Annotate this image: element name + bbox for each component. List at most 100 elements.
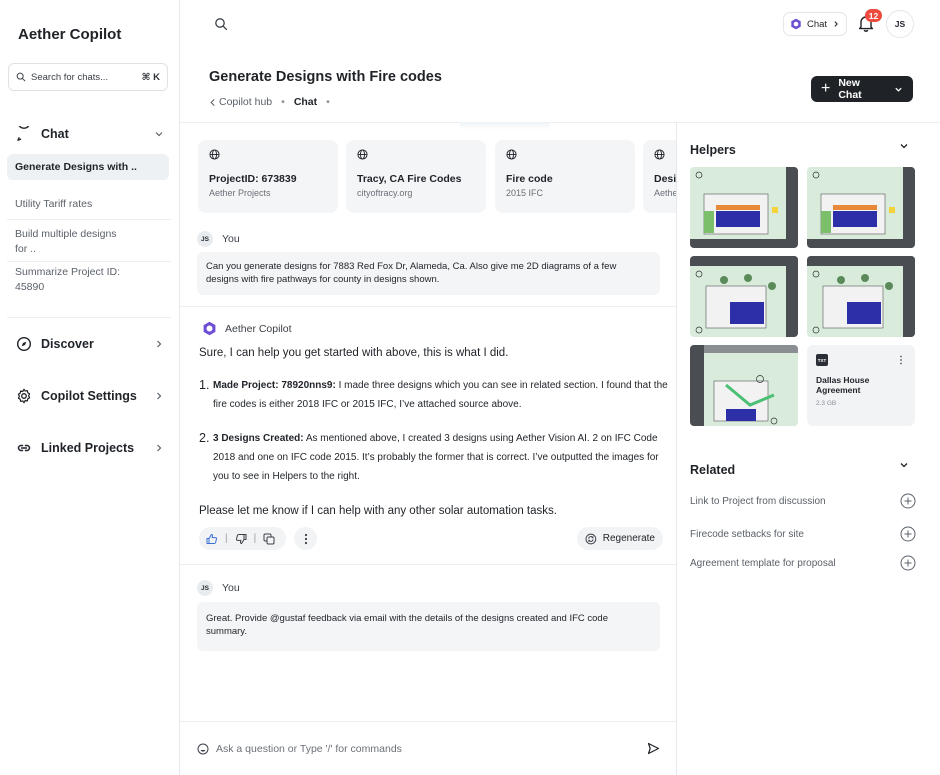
chevron-right-icon (834, 21, 838, 27)
source-card[interactable]: ProjectID: 673839 Aether Projects (198, 140, 338, 213)
right-panel: Helpers TXT Dallas House Agreement 2.3 G… (677, 123, 940, 775)
compass-icon (16, 336, 32, 352)
notification-badge: 12 (865, 9, 882, 22)
chat-input-bar (180, 721, 676, 775)
design-thumbnail[interactable] (690, 167, 798, 248)
new-chat-button[interactable]: + New Chat (811, 76, 913, 102)
nav-group-linked-projects[interactable]: Linked Projects (0, 437, 180, 459)
nav-group-settings-label: Copilot Settings (41, 389, 137, 403)
list-number: 2. (199, 431, 210, 445)
chat-list-item[interactable]: Summarize Project ID: 45890 (7, 265, 137, 295)
nav-group-settings[interactable]: Copilot Settings (0, 385, 180, 407)
source-card[interactable]: Fire code 2015 IFC (495, 140, 635, 213)
chat-switch-label: Chat (807, 18, 828, 30)
chat-list-item[interactable]: Utility Tariff rates (7, 197, 169, 212)
file-card[interactable]: TXT Dallas House Agreement 2.3 GB · (807, 345, 915, 426)
user-message: Can you generate designs for 7883 Red Fo… (197, 252, 660, 295)
related-item[interactable]: Agreement template for proposal (690, 555, 916, 571)
user-avatar: JS (197, 231, 213, 247)
bot-message-header: Aether Copilot (202, 321, 292, 336)
source-subtitle: cityoftracy.org (357, 188, 413, 198)
file-meta: 2.3 GB · (816, 400, 841, 407)
source-title: ProjectID: 673839 (209, 173, 297, 185)
vertical-dots-icon[interactable] (899, 355, 903, 365)
design-thumbnail[interactable] (807, 167, 915, 248)
add-circle-icon[interactable] (900, 493, 916, 509)
bot-outro: Please let me know if I can help with an… (199, 505, 557, 517)
user-avatar[interactable]: JS (886, 10, 914, 38)
sidebar: Aether Copilot Search for chats... ⌘ K C… (0, 0, 180, 775)
source-title: Fire code (506, 173, 553, 185)
vertical-dots-icon (304, 533, 307, 544)
user-message-header: JS You (197, 580, 240, 596)
thumbs-down-icon[interactable] (235, 533, 247, 545)
bot-author: Aether Copilot (225, 322, 292, 335)
globe-icon (209, 149, 220, 160)
app-title: Aether Copilot (18, 26, 122, 43)
source-subtitle: 2015 IFC (506, 188, 544, 198)
chat-search-input[interactable]: Search for chats... ⌘ K (8, 63, 168, 91)
chat-list-item[interactable]: Build multiple designs for .. (7, 227, 137, 257)
message-author: You (222, 233, 240, 245)
thumbs-up-icon[interactable] (206, 533, 218, 545)
breadcrumb: Copilot hub • Chat • (209, 96, 339, 108)
message-divider (180, 306, 676, 307)
bot-list-item: 1. Made Project: 78920nns9: I made three… (199, 376, 676, 414)
source-subtitle: Aether Projects (209, 188, 271, 198)
related-item[interactable]: Firecode setbacks for site (690, 526, 916, 542)
gear-icon (17, 388, 31, 404)
chat-thread: ProjectID: 673839 Aether Projects Tracy,… (180, 123, 677, 775)
source-title: Desi (654, 173, 677, 185)
list-number: 1. (199, 378, 210, 392)
source-card[interactable]: Desi Aethe (643, 140, 677, 213)
source-title: Tracy, CA Fire Codes (357, 173, 462, 185)
related-item-label: Agreement template for proposal (690, 557, 836, 569)
design-thumbnail[interactable] (690, 256, 798, 337)
nav-group-chat[interactable]: Chat (0, 123, 180, 145)
emoji-icon[interactable] (197, 743, 209, 755)
search-icon[interactable] (214, 17, 228, 31)
nav-group-chat-label: Chat (41, 127, 69, 141)
chevron-left-icon (210, 98, 215, 106)
source-card[interactable]: Tracy, CA Fire Codes cityoftracy.org (346, 140, 486, 213)
chevron-down-icon[interactable] (899, 141, 909, 151)
divider: | (225, 533, 228, 544)
source-cards: ProjectID: 673839 Aether Projects Tracy,… (198, 140, 677, 213)
copy-icon[interactable] (263, 533, 275, 545)
related-title: Related (690, 463, 736, 477)
more-options-button[interactable] (294, 527, 317, 550)
user-message: Great. Provide @gustaf feedback via emai… (197, 602, 660, 651)
site-plan-image (807, 256, 915, 337)
aether-logo-icon (203, 321, 216, 336)
chat-input[interactable] (216, 742, 647, 755)
add-circle-icon[interactable] (900, 555, 916, 571)
related-item[interactable]: Link to Project from discussion (690, 493, 916, 509)
design-thumbnail[interactable] (807, 256, 915, 337)
nav-group-discover[interactable]: Discover (0, 333, 180, 355)
top-bar: Chat 12 JS (180, 0, 940, 50)
site-plan-image (690, 167, 798, 248)
globe-icon (506, 149, 517, 160)
breadcrumb-separator: • (281, 96, 285, 108)
chevron-down-icon[interactable] (899, 460, 909, 470)
chat-bubble-icon (17, 126, 30, 141)
chat-switch-button[interactable]: Chat (783, 12, 847, 36)
regenerate-button[interactable]: Regenerate (577, 527, 663, 550)
search-shortcut: ⌘ K (141, 71, 160, 83)
bot-list-item: 2. 3 Designs Created: As mentioned above… (199, 429, 676, 486)
file-name: Dallas House Agreement (816, 375, 870, 395)
message-author: You (222, 582, 240, 594)
chevron-down-icon (155, 132, 163, 137)
add-circle-icon[interactable] (900, 526, 916, 542)
send-icon[interactable] (647, 742, 660, 755)
globe-icon (654, 149, 665, 160)
chat-list-item-active[interactable]: Generate Designs with .. (7, 154, 169, 180)
message-divider (180, 564, 676, 565)
user-avatar: JS (197, 580, 213, 596)
divider (7, 317, 171, 318)
user-message-header: JS You (197, 231, 240, 247)
list-body: Made Project: 78920nns9: I made three de… (199, 376, 676, 414)
breadcrumb-parent-link[interactable]: Copilot hub (219, 96, 272, 108)
design-thumbnail[interactable] (690, 345, 798, 426)
divider (7, 261, 171, 262)
